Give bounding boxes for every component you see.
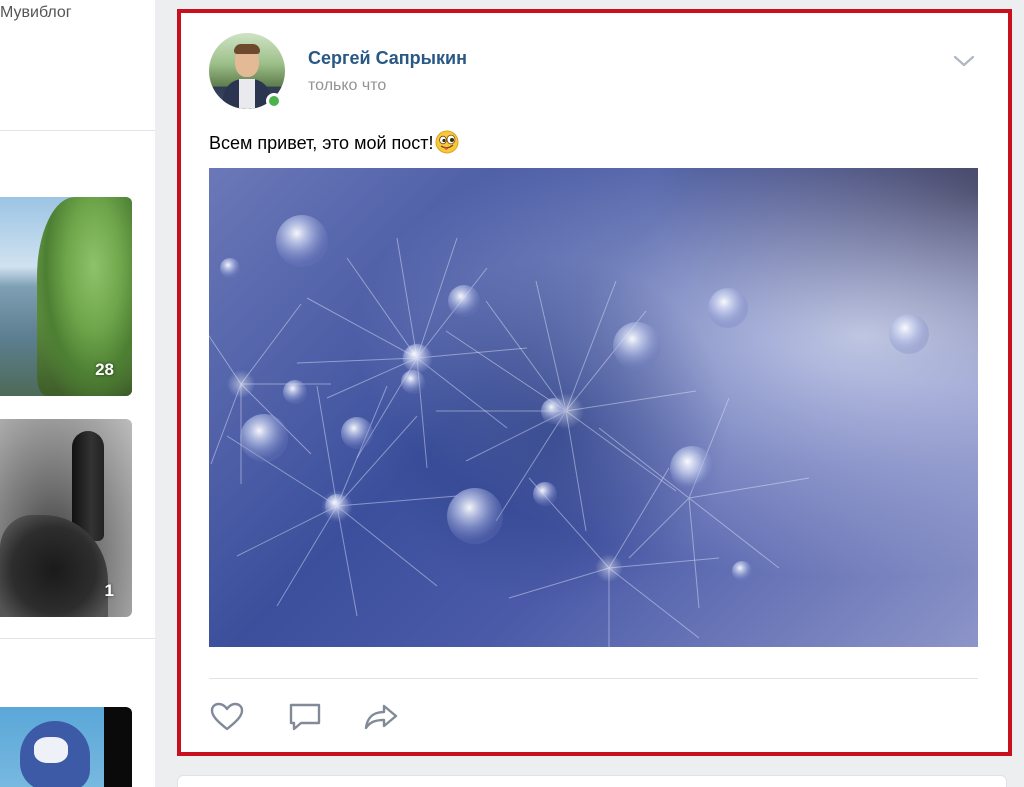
next-post-card [177,775,1007,787]
album-photo-count: 1 [104,581,114,600]
left-sidebar: Мувиблог 28 1 [0,0,155,787]
sidebar-link-text[interactable]: Мувиблог [0,4,72,22]
post-text-container: Всем привет, это мой пост! [209,130,459,154]
wall-post: Сергей Сапрыкин только что Всем привет, … [177,9,1012,756]
trees-image [37,197,132,396]
dandelion-seeds-image [209,215,929,647]
winking-tongue-emoji [435,130,459,154]
album-thumbnail-cat[interactable]: 1 [0,419,132,617]
avatar-tshirt [239,79,255,109]
post-photo-dandelion-droplets[interactable] [209,168,978,647]
video-thumbnail-cartoon[interactable] [0,707,132,787]
album-photo-count: 28 [95,360,114,379]
comment-icon[interactable] [287,701,323,733]
cartoon-character-face [34,737,68,763]
share-arrow-icon[interactable] [363,701,399,733]
divider [0,638,155,639]
heart-icon[interactable] [209,701,245,733]
album-thumbnail-lake[interactable]: 28 [0,197,132,396]
post-timestamp[interactable]: только что [308,77,386,95]
post-author-name[interactable]: Сергей Сапрыкин [308,48,467,69]
page: Мувиблог 28 1 Сергей Сапрыкин только что [0,0,1024,787]
online-status-dot [266,93,282,109]
divider [0,130,155,131]
avatar-hair [234,44,260,54]
post-text: Всем привет, это мой пост! [209,133,434,153]
chevron-down-icon[interactable] [952,53,976,69]
actions-divider [209,678,978,679]
